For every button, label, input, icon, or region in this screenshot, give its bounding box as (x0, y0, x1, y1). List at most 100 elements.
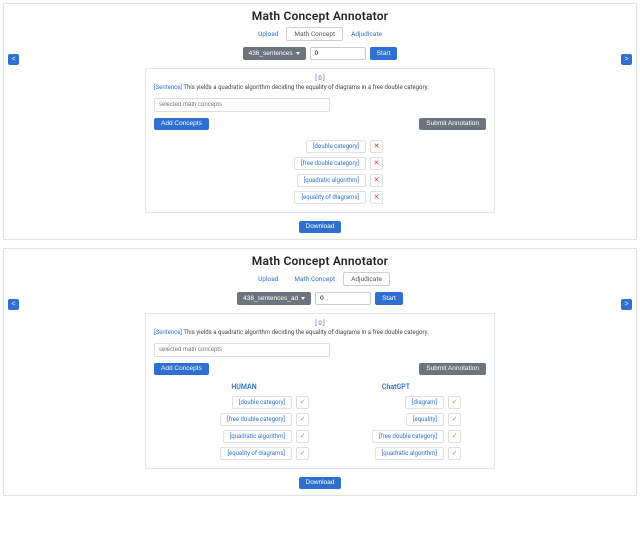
action-row: Add Concepts Submit Annotation (154, 118, 486, 130)
sentence-text: [Sentence] This yields a quadratic algor… (154, 329, 486, 337)
tabs: Upload Math Concept Adjudicate (4, 272, 636, 286)
concept-chip[interactable]: [quadratic algorithm] (223, 430, 292, 443)
concept-chip[interactable]: [quadratic algorithm] (375, 447, 444, 460)
approve-concept-button[interactable]: ✓ (448, 430, 461, 443)
approve-concept-button[interactable]: ✓ (448, 413, 461, 426)
prev-button[interactable]: < (8, 299, 19, 310)
chevron-right-icon: > (624, 56, 628, 63)
concept-row: [free double category] ✓ (179, 413, 309, 426)
concept-row: [equality of diagrams] ✓ (179, 447, 309, 460)
tab-upload[interactable]: Upload (250, 27, 286, 41)
close-icon: ✕ (374, 143, 380, 150)
index-input[interactable] (310, 47, 366, 60)
next-button[interactable]: > (621, 299, 632, 310)
add-concepts-button[interactable]: Add Concepts (154, 118, 209, 130)
close-icon: ✕ (374, 177, 380, 184)
concept-row: [double category] ✓ (179, 396, 309, 409)
concept-chip[interactable]: [equality of diagrams] (294, 191, 366, 204)
selected-concepts-input[interactable] (154, 98, 330, 112)
start-button[interactable]: Start (375, 292, 403, 305)
controls-row: 436_sentences Start (4, 47, 636, 60)
check-icon: ✓ (452, 450, 458, 457)
remove-concept-button[interactable]: ✕ (370, 191, 383, 204)
download-row: Download (4, 221, 636, 233)
selected-concepts-input[interactable] (154, 343, 330, 357)
tab-adjudicate[interactable]: Adjudicate (343, 272, 390, 286)
dataset-dropdown-label: 438_sentences_ad (243, 295, 298, 302)
approve-concept-button[interactable]: ✓ (448, 447, 461, 460)
concept-row: [equality] ✓ (331, 413, 461, 426)
remove-concept-button[interactable]: ✕ (370, 140, 383, 153)
panel-adjudicate: Math Concept Annotator Upload Math Conce… (3, 248, 637, 496)
check-icon: ✓ (452, 433, 458, 440)
tab-upload[interactable]: Upload (250, 272, 286, 286)
human-column: HUMAN [double category] ✓ [free double c… (179, 383, 309, 460)
controls-row: 438_sentences_ad Start (4, 292, 636, 305)
app-title: Math Concept Annotator (4, 9, 636, 23)
dataset-dropdown[interactable]: 436_sentences (243, 47, 306, 60)
check-icon: ✓ (452, 399, 458, 406)
start-button[interactable]: Start (370, 47, 398, 60)
sentence-body: This yields a quadratic algorithm decidi… (183, 84, 428, 91)
chevron-left-icon: < (11, 301, 15, 308)
submit-annotation-button[interactable]: Submit Annotation (419, 363, 486, 375)
check-icon: ✓ (300, 416, 306, 423)
dataset-dropdown[interactable]: 438_sentences_ad (237, 292, 311, 305)
concept-chip[interactable]: [free double category] (220, 413, 292, 426)
concept-chip[interactable]: [double category] (306, 140, 366, 153)
approve-concept-button[interactable]: ✓ (448, 396, 461, 409)
concept-chip[interactable]: [quadratic algorithm] (297, 174, 366, 187)
concept-chip[interactable]: [double category] (232, 396, 292, 409)
remove-concept-button[interactable]: ✕ (370, 174, 383, 187)
action-row: Add Concepts Submit Annotation (154, 363, 486, 375)
tab-math-concept[interactable]: Math Concept (286, 27, 343, 41)
approve-concept-button[interactable]: ✓ (296, 430, 309, 443)
concept-chip[interactable]: [free double category] (294, 157, 366, 170)
next-button[interactable]: > (621, 54, 632, 65)
check-icon: ✓ (300, 450, 306, 457)
annotation-card: [ 0 ] [Sentence] This yields a quadratic… (145, 68, 495, 213)
concept-row: [quadratic algorithm] ✓ (179, 430, 309, 443)
download-row: Download (4, 477, 636, 489)
sentence-text: [Sentence] This yields a quadratic algor… (154, 84, 486, 92)
sentence-label: [Sentence] (154, 84, 182, 91)
submit-annotation-button[interactable]: Submit Annotation (419, 118, 486, 130)
check-icon: ✓ (452, 416, 458, 423)
concept-row: [double category] ✕ (257, 140, 383, 153)
tabs: Upload Math Concept Adjudicate (4, 27, 636, 41)
check-icon: ✓ (300, 399, 306, 406)
sentence-id: [ 0 ] (154, 75, 486, 82)
concept-row: [quadratic algorithm] ✕ (257, 174, 383, 187)
concept-row: [quadratic algorithm] ✓ (331, 447, 461, 460)
index-input[interactable] (315, 292, 371, 305)
download-button[interactable]: Download (299, 477, 342, 489)
tab-math-concept[interactable]: Math Concept (286, 272, 343, 286)
concept-row: [diagram] ✓ (331, 396, 461, 409)
annotation-card: [ 0 ] [Sentence] This yields a quadratic… (145, 313, 495, 469)
remove-concept-button[interactable]: ✕ (370, 157, 383, 170)
comparison-columns: HUMAN [double category] ✓ [free double c… (154, 383, 486, 460)
human-column-title: HUMAN (179, 383, 309, 391)
concept-row: [equality of diagrams] ✕ (257, 191, 383, 204)
approve-concept-button[interactable]: ✓ (296, 396, 309, 409)
prev-button[interactable]: < (8, 54, 19, 65)
concept-chip[interactable]: [diagram] (405, 396, 444, 409)
download-button[interactable]: Download (299, 221, 342, 233)
concept-chip[interactable]: [equality] (406, 413, 444, 426)
app-title: Math Concept Annotator (4, 254, 636, 268)
tab-adjudicate[interactable]: Adjudicate (343, 27, 390, 41)
check-icon: ✓ (300, 433, 306, 440)
panel-math-concept: Math Concept Annotator Upload Math Conce… (3, 3, 637, 240)
chevron-left-icon: < (11, 56, 15, 63)
chatgpt-column-title: ChatGPT (331, 383, 461, 391)
chatgpt-column: ChatGPT [diagram] ✓ [equality] ✓ [free d… (331, 383, 461, 460)
close-icon: ✕ (374, 160, 380, 167)
close-icon: ✕ (374, 194, 380, 201)
chevron-right-icon: > (624, 301, 628, 308)
approve-concept-button[interactable]: ✓ (296, 447, 309, 460)
concept-chip[interactable]: [equality of diagrams] (220, 447, 292, 460)
approve-concept-button[interactable]: ✓ (296, 413, 309, 426)
concept-chip[interactable]: [free double category] (372, 430, 444, 443)
add-concepts-button[interactable]: Add Concepts (154, 363, 209, 375)
sentence-body: This yields a quadratic algorithm decidi… (183, 329, 428, 336)
